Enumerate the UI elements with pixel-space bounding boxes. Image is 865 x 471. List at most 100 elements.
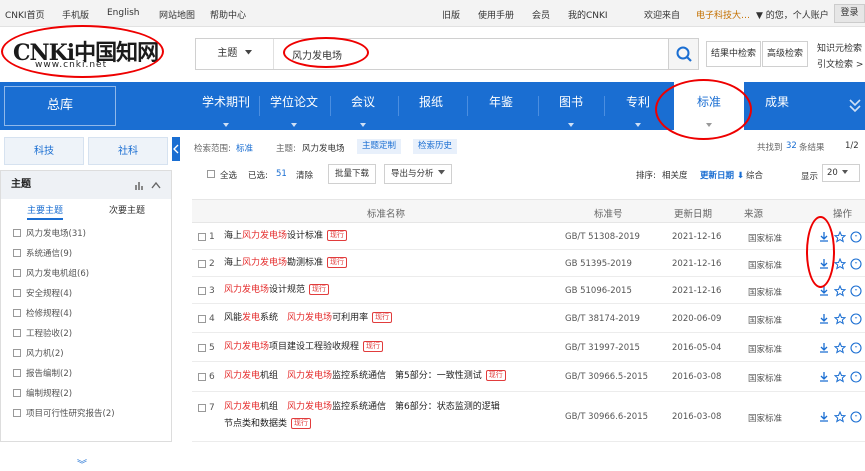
filter-item[interactable]: 项目可行性研究报告(2) [13, 407, 115, 419]
search-history-button[interactable]: 检索历史 [413, 139, 458, 154]
quote-icon[interactable]: ” [850, 411, 862, 423]
result-title[interactable]: 风力发电场设计规范 现行 [224, 282, 554, 299]
nav-achievements[interactable]: 成果 [748, 82, 806, 130]
quote-icon[interactable]: ” [850, 342, 862, 354]
result-title[interactable]: 风力发电机组 风力发电场监控系统通信 第6部分：状态监测的逻辑 节点类和数据类 现行 [224, 399, 554, 433]
source: 国家标准 [748, 288, 783, 298]
star-icon[interactable] [834, 313, 846, 325]
download-icon[interactable] [818, 285, 830, 297]
subtab-main-theme[interactable]: 主要主题 [27, 203, 64, 220]
download-icon[interactable] [818, 313, 830, 325]
search-field-select[interactable]: 主题 [196, 39, 274, 69]
sort-composite[interactable]: 综合 [746, 169, 763, 181]
search-in-results-button[interactable]: 结果中检索 [706, 41, 762, 67]
result-title[interactable]: 风力发电机组 风力发电场监控系统通信 第5部分：一致性测试 现行 [224, 368, 554, 385]
sort-relevance[interactable]: 相关度 [662, 169, 688, 181]
knowledge-search-link[interactable]: 知识元检索 [817, 41, 862, 54]
batch-download-button[interactable]: 批量下载 [328, 164, 377, 184]
row-checkbox[interactable] [198, 404, 206, 412]
link-mobile[interactable]: 手机版 [62, 8, 89, 21]
download-icon[interactable] [818, 371, 830, 383]
nav-zongku[interactable]: 总库 [4, 86, 116, 126]
quote-icon[interactable]: ” [850, 258, 862, 270]
chevron-down-icon [841, 170, 848, 174]
download-icon[interactable] [818, 258, 830, 270]
star-icon[interactable] [834, 342, 846, 354]
link-cnki-home[interactable]: CNKI首页 [5, 8, 45, 21]
filter-item[interactable]: 风力发电机组(6) [13, 267, 89, 279]
nav-theses[interactable]: 学位论文 [262, 82, 326, 130]
cnki-logo[interactable]: CNKi中国知网 www.cnki.net [7, 35, 167, 75]
advanced-search-button[interactable]: 高级检索 [762, 41, 809, 67]
download-icon[interactable] [818, 411, 830, 423]
nav-conferences[interactable]: 会议 [334, 82, 392, 130]
filter-item[interactable]: 工程验收(2) [13, 327, 72, 339]
row-number: 6 [209, 372, 215, 382]
quote-icon[interactable]: ” [850, 371, 862, 383]
nav-standards[interactable]: 标准 [674, 82, 744, 130]
title-segment: 风能 [224, 313, 243, 323]
download-icon[interactable] [818, 342, 830, 354]
row-checkbox[interactable] [198, 287, 206, 295]
row-checkbox[interactable] [198, 260, 206, 268]
star-icon[interactable] [834, 285, 846, 297]
link-old-version[interactable]: 旧版 [442, 8, 460, 21]
quote-icon[interactable]: ” [850, 231, 862, 243]
tab-social-science[interactable]: 社科 [88, 137, 168, 165]
nav-journals[interactable]: 学术期刊 [196, 82, 256, 130]
result-title[interactable]: 海上风力发电场设计标准 现行 [224, 228, 554, 245]
row-checkbox[interactable] [198, 373, 206, 381]
link-help[interactable]: 帮助中心 [210, 8, 246, 21]
filter-item[interactable]: 风力机(2) [13, 347, 64, 359]
download-icon[interactable] [818, 231, 830, 243]
subtab-secondary-theme[interactable]: 次要主题 [109, 203, 145, 216]
star-icon[interactable] [834, 371, 846, 383]
sidebar-collapse-button[interactable] [172, 137, 180, 161]
result-title[interactable]: 风能发电系统 风力发电场可利用率 现行 [224, 310, 554, 327]
title-segment: 发电 [242, 313, 261, 323]
filter-item[interactable]: 安全规程(4) [13, 287, 72, 299]
display-count-select[interactable]: 20 [822, 164, 860, 182]
nav-newspapers[interactable]: 报纸 [402, 82, 460, 130]
nav-patents[interactable]: 专利 [609, 82, 667, 130]
result-title[interactable]: 海上风力发电场勘测标准 现行 [224, 255, 554, 272]
link-sitemap[interactable]: 网站地图 [159, 8, 195, 21]
quote-icon[interactable]: ” [850, 285, 862, 297]
theme-filter-header[interactable]: 主题 [1, 171, 171, 199]
filter-item[interactable]: 编制规程(2) [13, 387, 72, 399]
filter-item[interactable]: 检修规程(4) [13, 307, 72, 319]
theme-custom-button[interactable]: 主题定制 [357, 139, 402, 154]
export-analysis-button[interactable]: 导出与分析 [384, 164, 452, 184]
citation-search-link[interactable]: 引文检索 > [817, 57, 863, 70]
show-more-icon[interactable]: ︾ [77, 456, 87, 471]
row-checkbox[interactable] [198, 344, 206, 352]
tab-science[interactable]: 科技 [4, 137, 84, 165]
chart-icon [135, 181, 161, 190]
quote-icon[interactable]: ” [850, 313, 862, 325]
row-checkbox[interactable] [198, 315, 206, 323]
star-icon[interactable] [834, 411, 846, 423]
institution-name[interactable]: 电子科技大… [696, 8, 750, 21]
sort-date[interactable]: 更新日期 ⬇ [700, 169, 744, 181]
nav-books[interactable]: 图书 [542, 82, 600, 130]
link-member[interactable]: 会员 [532, 8, 550, 21]
select-all-checkbox[interactable] [207, 170, 215, 178]
star-icon[interactable] [834, 231, 846, 243]
link-english[interactable]: English [107, 8, 140, 18]
clear-link[interactable]: 清除 [296, 169, 313, 181]
link-manual[interactable]: 使用手册 [478, 8, 514, 21]
link-my-cnki[interactable]: 我的CNKI [568, 8, 608, 21]
table-row: 6 风力发电机组 风力发电场监控系统通信 第5部分：一致性测试 现行 GB/T 309… [192, 362, 865, 392]
filter-item[interactable]: 系统通信(9) [13, 247, 72, 259]
nav-expand-icon[interactable] [848, 96, 862, 116]
search-button[interactable] [668, 38, 699, 70]
search-input[interactable]: 风力发电场 [292, 47, 342, 62]
result-title[interactable]: 风力发电场项目建设工程验收规程 现行 [224, 339, 554, 356]
filter-item[interactable]: 报告编制(2) [13, 367, 72, 379]
title-segment: 风力发电 [224, 402, 261, 412]
nav-yearbooks[interactable]: 年鉴 [472, 82, 530, 130]
row-checkbox[interactable] [198, 233, 206, 241]
login-button[interactable]: 登录 [834, 4, 865, 23]
star-icon[interactable] [834, 258, 846, 270]
filter-item[interactable]: 风力发电场(31) [13, 227, 86, 239]
